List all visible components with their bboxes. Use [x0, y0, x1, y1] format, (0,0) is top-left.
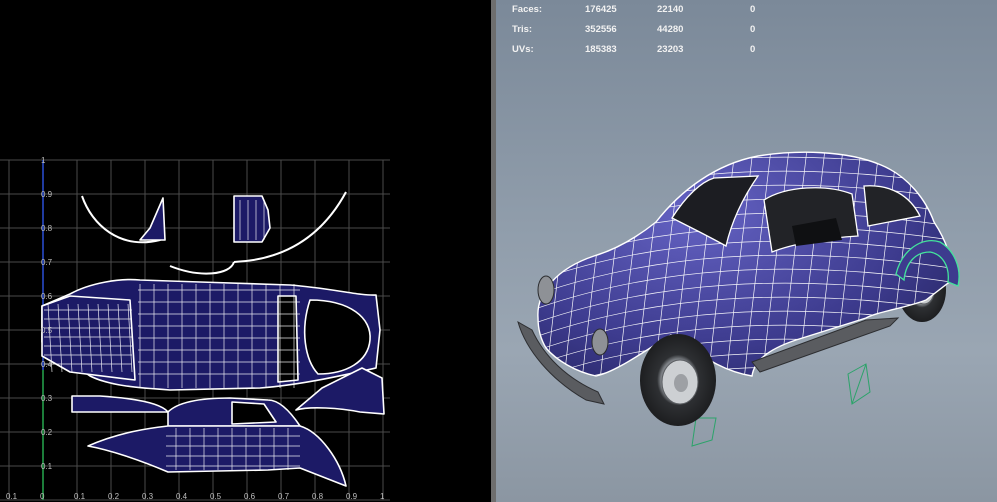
uv-shell-door-panel[interactable]	[233, 195, 271, 243]
uv-v-tick-label: 0.1	[41, 462, 53, 471]
transform-locator-front[interactable]	[691, 417, 717, 447]
uv-grid-canvas[interactable]	[0, 0, 491, 502]
uv-u-tick-label: 0.9	[346, 492, 358, 501]
3d-viewport-panel[interactable]: Faces: 176425 22140 0 Tris: 352556 44280…	[496, 0, 997, 502]
uv-v-tick-label: 0.4	[41, 360, 53, 369]
uv-v-tick-label: 1	[41, 156, 46, 165]
uv-u-tick-label: 0.5	[210, 492, 222, 501]
uv-u-tick-label: 0	[40, 492, 45, 501]
uv-u-tick-label: 0.1	[74, 492, 86, 501]
headlight-left[interactable]	[537, 275, 555, 305]
transform-locator-right[interactable]	[847, 363, 871, 405]
uv-shell-fender-piece[interactable]	[139, 197, 166, 241]
uv-shell-window-slot[interactable]	[277, 295, 299, 383]
uv-u-tick-label: 0.2	[108, 492, 120, 501]
headlight-right[interactable]	[591, 328, 609, 356]
hubcap-center	[674, 374, 688, 392]
uv-u-tick-label: 0.1	[6, 492, 18, 501]
uv-shell-arch-left[interactable]	[169, 261, 235, 275]
uv-v-tick-label: 0.7	[41, 258, 53, 267]
uv-v-tick-label: 0.3	[41, 394, 53, 403]
uv-u-tick-label: 0.4	[176, 492, 188, 501]
uv-u-tick-label: 0.3	[142, 492, 154, 501]
uv-u-tick-label: 0.6	[244, 492, 256, 501]
uv-u-tick-label: 0.8	[312, 492, 324, 501]
uv-texture-editor-panel[interactable]: 1 0.9 0.8 0.7 0.6 0.5 0.4 0.3 0.2 0.1 0.1 0 0.1 0.2 0.…	[0, 0, 491, 502]
uv-v-tick-label: 0.6	[41, 292, 53, 301]
uv-u-tick-label: 1	[380, 492, 385, 501]
car-model-view[interactable]	[496, 0, 997, 502]
uv-v-tick-label: 0.9	[41, 190, 53, 199]
uv-v-tick-label: 0.8	[41, 224, 53, 233]
uv-v-tick-label: 0.5	[41, 326, 53, 335]
uv-v-tick-label: 0.2	[41, 428, 53, 437]
uv-u-tick-label: 0.7	[278, 492, 290, 501]
